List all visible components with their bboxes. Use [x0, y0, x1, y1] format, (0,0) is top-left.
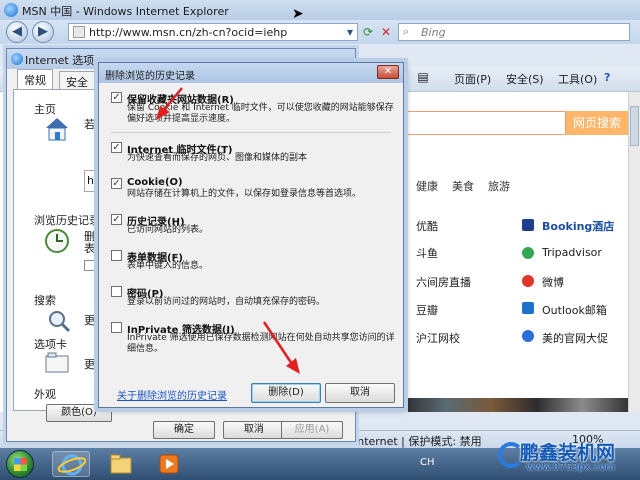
- stop-icon[interactable]: ✕: [378, 24, 394, 40]
- site-link[interactable]: 六间房直播: [416, 274, 471, 290]
- language-indicator[interactable]: CH: [420, 457, 435, 468]
- close-button[interactable]: ✕: [377, 65, 399, 79]
- watermark-title: 鹏鑫装机网: [520, 442, 616, 464]
- home-page-label: 主页: [34, 103, 56, 116]
- address-url[interactable]: http://www.msn.cn/zh-cn?ocid=iehp: [89, 26, 287, 39]
- window-title: MSN 中国 - Windows Internet Explorer: [22, 5, 229, 18]
- history-label: 浏览历史记录: [34, 214, 100, 227]
- ie-logo-icon: [4, 3, 18, 17]
- option-description: 表单中键入的信息。: [127, 261, 209, 271]
- about-deleting-history-link[interactable]: 关于删除浏览的历史记录: [117, 387, 227, 402]
- annotation-arrow-icon: [262, 321, 300, 374]
- category-travel[interactable]: 旅游: [488, 178, 510, 194]
- taskbar-explorer-button[interactable]: [102, 451, 140, 477]
- house-icon: [44, 116, 70, 142]
- page-search-button[interactable]: 网页搜索: [566, 111, 628, 135]
- page-favicon-icon: [73, 26, 85, 38]
- bing-icon: ⌕: [403, 25, 410, 38]
- category-health[interactable]: 健康: [416, 178, 438, 194]
- outlook-icon: [522, 302, 534, 314]
- cancel-button[interactable]: 取消: [325, 383, 395, 403]
- history-checkbox[interactable]: ✓: [111, 214, 122, 225]
- watermark-url: www.0753px.com: [526, 462, 616, 473]
- passwords-checkbox[interactable]: [111, 286, 122, 297]
- taskbar-ie-button[interactable]: [52, 451, 90, 477]
- forward-button[interactable]: ▶: [32, 21, 54, 43]
- category-food[interactable]: 美食: [452, 178, 474, 194]
- dialog-title: Internet 选项: [25, 54, 95, 67]
- refresh-icon[interactable]: ⟳: [360, 24, 376, 40]
- magnifier-icon: [46, 308, 72, 334]
- safety-menu[interactable]: 安全(S): [506, 71, 544, 87]
- delete-on-exit-checkbox[interactable]: [84, 260, 95, 271]
- scrollbar-thumb[interactable]: [630, 106, 639, 146]
- search-label: 搜索: [34, 294, 56, 307]
- tripadvisor-icon: [522, 247, 534, 259]
- booking-icon: [522, 219, 534, 231]
- taskbar-media-player-button[interactable]: [150, 451, 188, 477]
- site-link[interactable]: 美的官网大促: [542, 330, 608, 346]
- ok-button[interactable]: 确定: [153, 421, 215, 439]
- print-icon[interactable]: ▤: [416, 70, 430, 84]
- form-data-checkbox[interactable]: [111, 250, 122, 261]
- tabs-icon: [44, 350, 70, 376]
- history-icon: [44, 228, 70, 254]
- watermark-logo: 鹏鑫装机网 www.0753px.com: [498, 438, 640, 480]
- ie-title-bar: MSN 中国 - Windows Internet Explorer: [0, 0, 640, 20]
- inprivate-filter-checkbox[interactable]: [111, 322, 122, 333]
- ie-options-icon: [11, 53, 23, 65]
- site-link[interactable]: 优酷: [416, 218, 438, 234]
- temp-files-checkbox[interactable]: ✓: [111, 142, 122, 153]
- site-link[interactable]: 沪江网校: [416, 330, 460, 346]
- separator: [111, 132, 391, 133]
- site-link[interactable]: 斗鱼: [416, 245, 438, 261]
- site-link[interactable]: 微博: [542, 274, 564, 290]
- dialog-title: 删除浏览的历史记录: [105, 71, 195, 82]
- annotation-arrow-icon: [156, 87, 183, 120]
- delete-browsing-history-dialog: 删除浏览的历史记录 ✕ ✓ 保留收藏夹网站数据(R) 保留 Cookie 和 I…: [98, 62, 404, 408]
- cookies-checkbox[interactable]: ✓: [111, 178, 122, 189]
- dropdown-icon[interactable]: ▾: [342, 24, 358, 40]
- site-link[interactable]: Outlook邮箱: [542, 302, 607, 318]
- weibo-icon: [522, 275, 534, 287]
- preserve-favorites-checkbox[interactable]: ✓: [111, 92, 122, 103]
- tab-general[interactable]: 常规: [17, 69, 53, 90]
- option-description: 为快速查看而保存的网页、图像和媒体的副本: [127, 153, 308, 163]
- site-link[interactable]: Tripadvisor: [542, 246, 602, 259]
- search-placeholder: Bing: [421, 26, 446, 39]
- appearance-label: 外观: [34, 388, 56, 401]
- cancel-button[interactable]: 取消: [223, 421, 285, 439]
- address-bar[interactable]: http://www.msn.cn/zh-cn?ocid=iehp: [68, 23, 358, 41]
- news-thumbnails[interactable]: [400, 398, 628, 412]
- vertical-scrollbar[interactable]: [628, 92, 640, 412]
- windows-logo-icon: [14, 458, 27, 471]
- help-button[interactable]: ?: [604, 71, 610, 84]
- start-button[interactable]: [6, 450, 34, 478]
- delete-button[interactable]: 删除(D): [251, 383, 321, 403]
- option-description: 登录以前访问过的网站时，自动填充保存的密码。: [127, 297, 326, 307]
- option-description: 网站存储在计算机上的文件，以保存如登录信息等首选项。: [127, 189, 362, 199]
- site-link[interactable]: Booking酒店: [542, 218, 614, 234]
- site-link[interactable]: 豆瓣: [416, 302, 438, 318]
- tab-security[interactable]: 安全: [59, 71, 95, 89]
- tools-menu[interactable]: 工具(O): [558, 71, 597, 87]
- apply-button: 应用(A): [281, 421, 343, 439]
- option-label: Cookie(O): [127, 177, 183, 188]
- page-menu[interactable]: 页面(P): [454, 71, 491, 87]
- search-field[interactable]: ⌕ Bing: [398, 23, 630, 41]
- midea-icon: [522, 330, 534, 342]
- back-button[interactable]: ◀: [6, 21, 28, 43]
- address-toolbar: ◀ ▶ http://www.msn.cn/zh-cn?ocid=iehp ▾ …: [0, 20, 640, 44]
- security-zone-text: Internet | 保护模式: 禁用: [354, 435, 482, 448]
- dialog-title-bar: 删除浏览的历史记录 ✕: [99, 63, 403, 83]
- page-search-input[interactable]: [400, 111, 566, 135]
- option-description: 已访问网站的列表。: [127, 225, 209, 235]
